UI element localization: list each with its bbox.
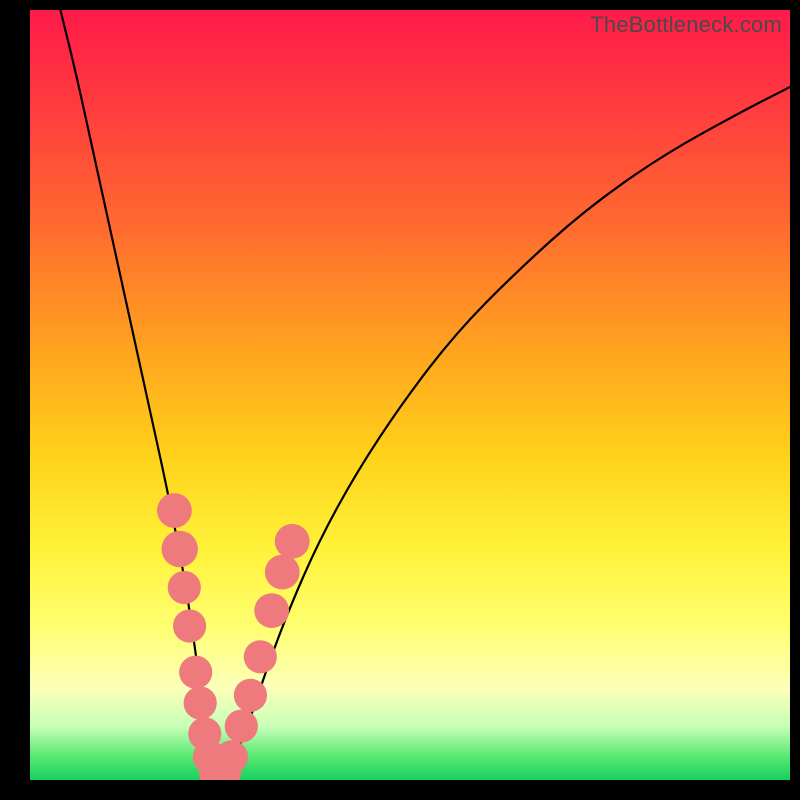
marker-bead xyxy=(244,640,277,673)
marker-bead xyxy=(254,593,289,628)
marker-bead xyxy=(225,710,258,743)
marker-bead xyxy=(265,555,300,590)
chart-frame: TheBottleneck.com xyxy=(0,0,800,800)
curve-svg xyxy=(30,10,790,780)
marker-bead xyxy=(275,524,310,559)
marker-bead xyxy=(179,656,212,689)
bottleneck-curve xyxy=(60,10,790,776)
marker-bead xyxy=(173,609,206,642)
marker-bead xyxy=(215,740,248,773)
marker-bead xyxy=(162,531,198,567)
marker-beads xyxy=(157,493,310,780)
marker-bead xyxy=(168,571,201,604)
marker-bead xyxy=(184,686,217,719)
marker-bead xyxy=(157,493,192,528)
marker-bead xyxy=(234,679,267,712)
plot-area: TheBottleneck.com xyxy=(30,10,790,780)
